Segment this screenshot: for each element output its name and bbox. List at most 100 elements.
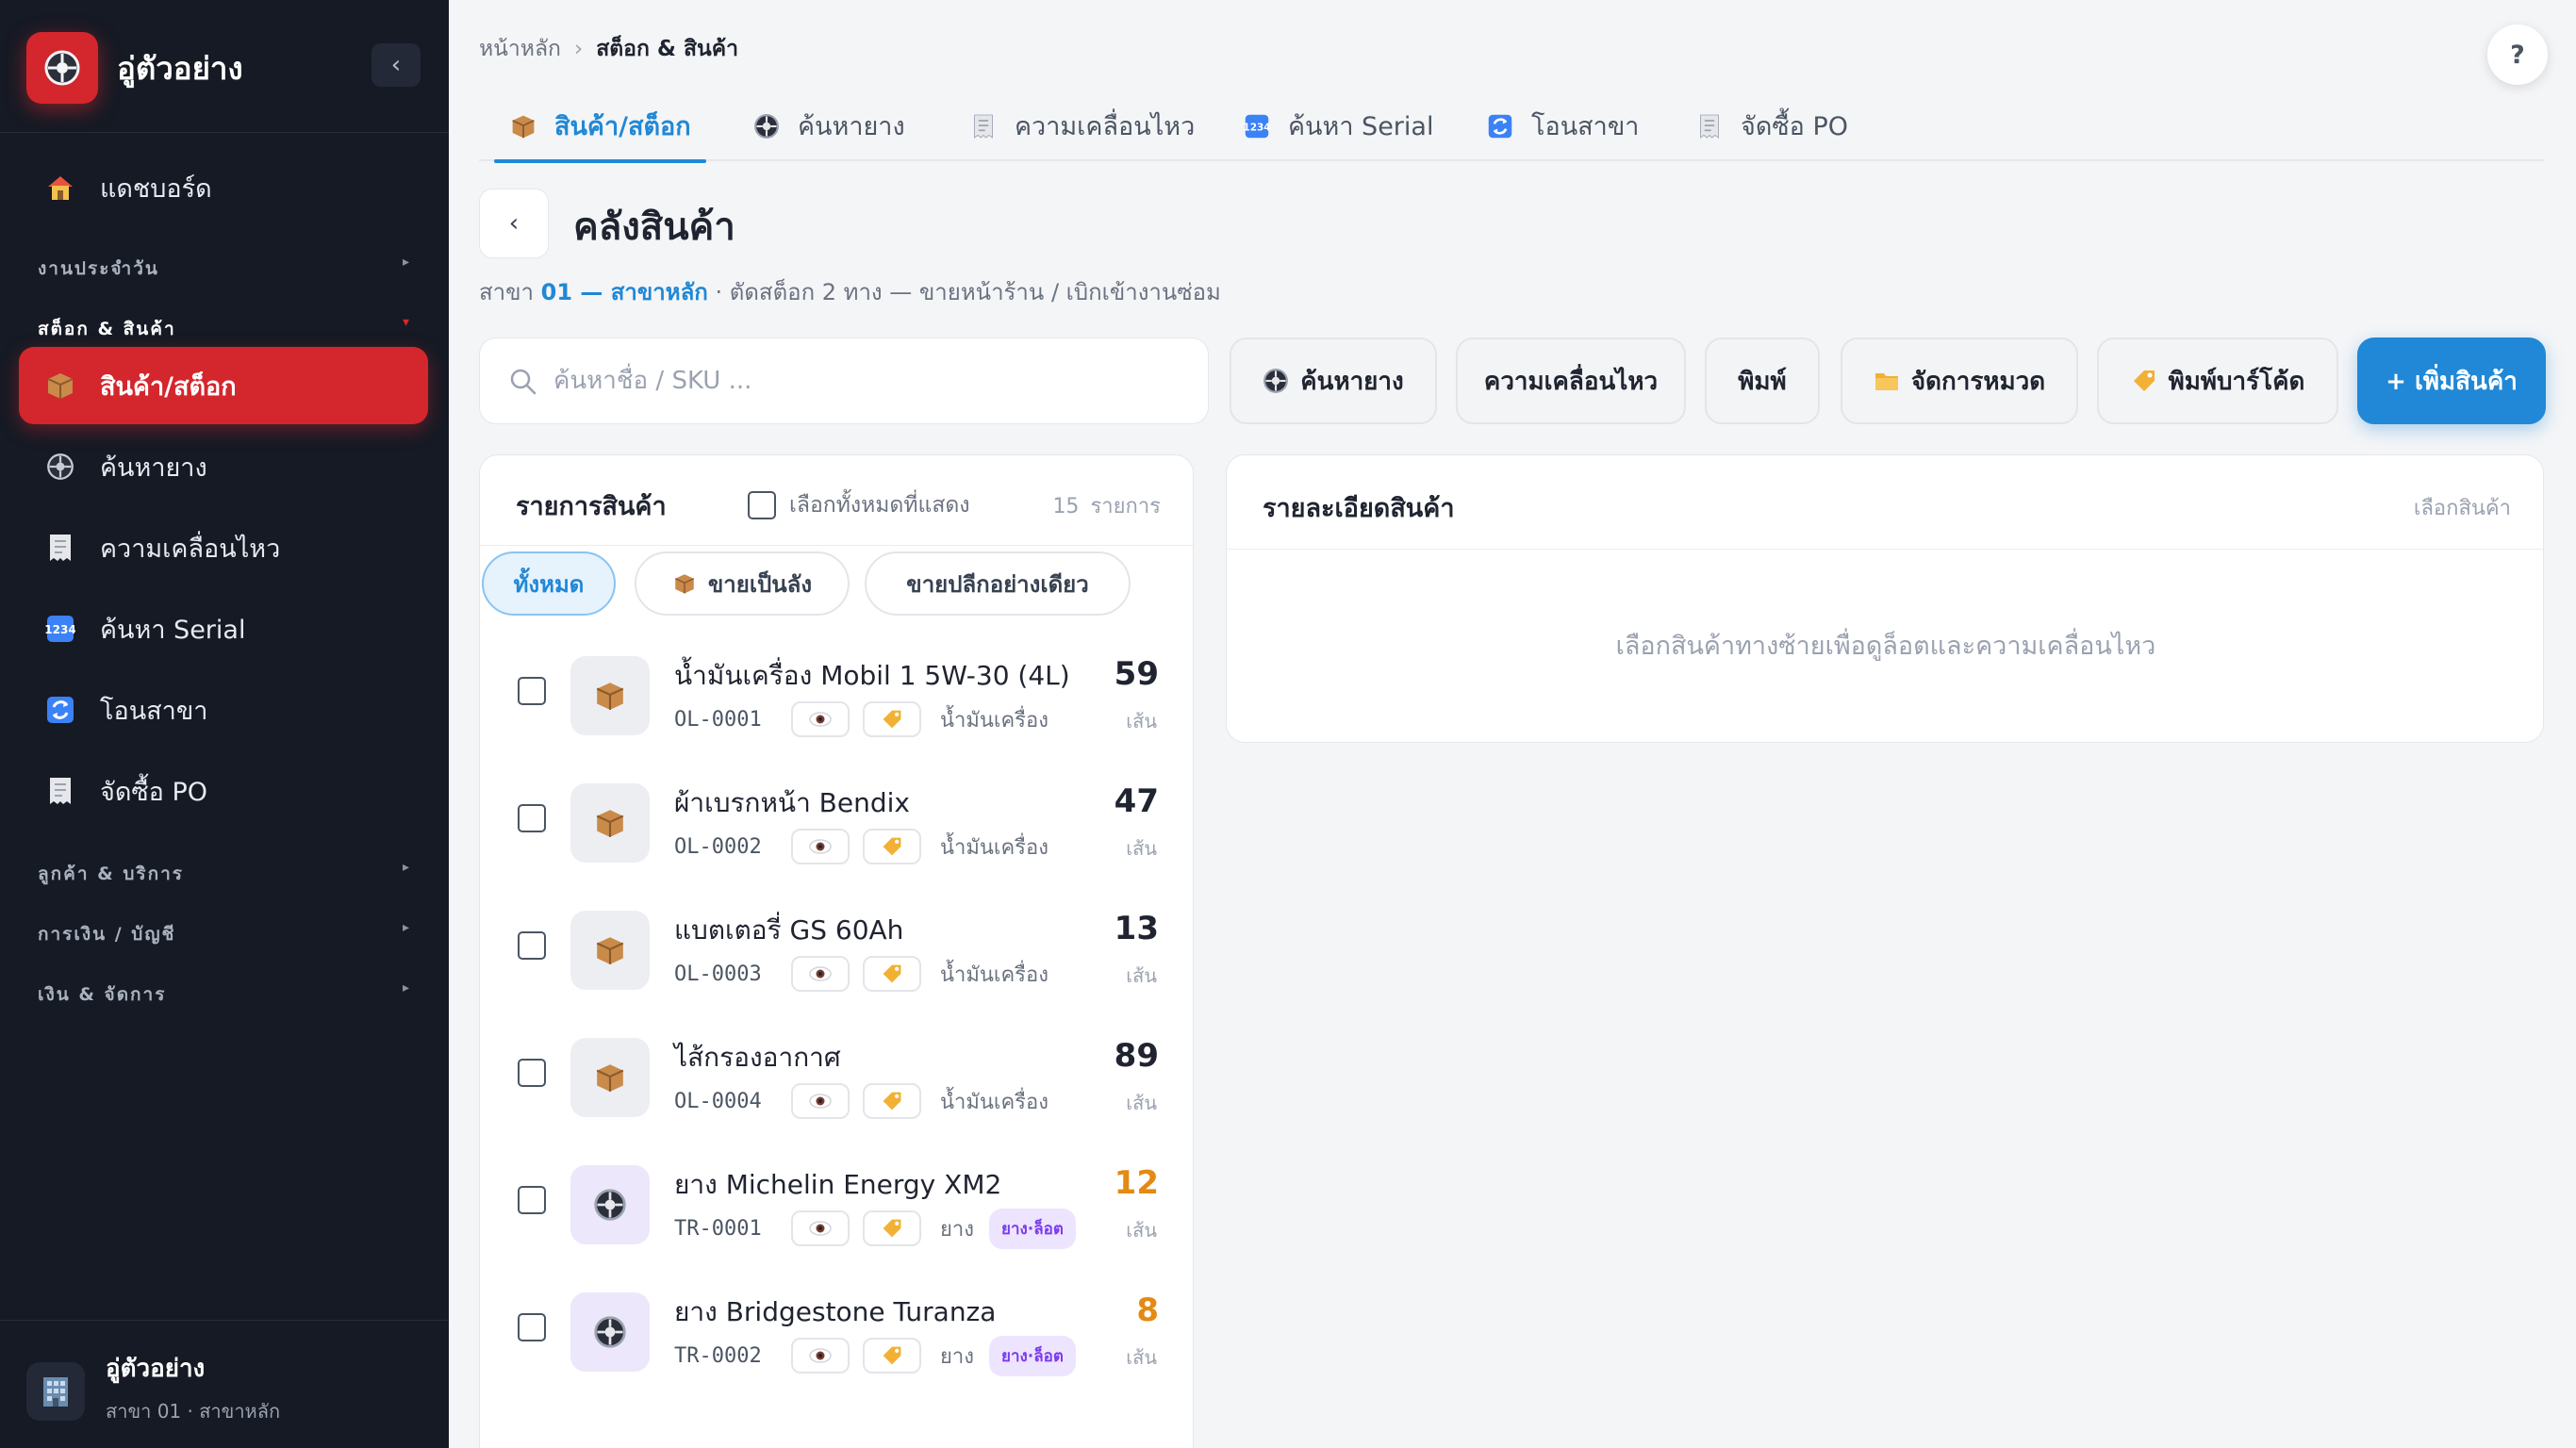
- button-label: พิมพ์: [1738, 367, 1787, 396]
- section-label: งานประจำวัน: [38, 258, 159, 279]
- price-tag-button[interactable]: [863, 956, 921, 992]
- product-thumbnail: [570, 783, 650, 863]
- svg-text:1234: 1234: [45, 623, 75, 636]
- lot-badge: ยาง·ล็อต: [989, 1335, 1076, 1376]
- sidebar-item-dashboard[interactable]: แดชบอร์ด: [19, 149, 428, 226]
- product-thumbnail: [570, 1038, 650, 1117]
- product-row[interactable]: ยาง Michelin Energy XM2 TR-0001 ยาง ยาง·ล็อ…: [480, 1140, 1193, 1267]
- product-sku: OL-0001: [674, 707, 762, 732]
- product-thumbnail: [570, 1165, 650, 1244]
- product-row[interactable]: แบตเตอรี่ GS 60Ah OL-0003 น้ำมันเครื่อง 13 เ…: [480, 885, 1193, 1012]
- product-category: น้ำมันเครื่อง: [940, 1090, 1049, 1114]
- product-row[interactable]: น้ำมันเครื่อง Mobil 1 5W-30 (4L) OL-0001 น…: [480, 631, 1193, 758]
- tab-transfer[interactable]: โอนสาขา: [1486, 90, 1639, 161]
- transfer-icon: [1486, 112, 1514, 140]
- stock-quantity: 47: [1114, 782, 1159, 820]
- sidebar-item-label: จัดซื้อ PO: [100, 777, 208, 807]
- sidebar-item-purchase-order[interactable]: จัดซื้อ PO: [19, 752, 428, 830]
- price-tag-button[interactable]: [863, 1083, 921, 1119]
- tire-icon: [44, 50, 80, 86]
- sidebar-item-movement[interactable]: ความเคลื่อนไหว: [19, 509, 428, 586]
- sidebar-item-label: แดชบอร์ด: [100, 173, 212, 204]
- tire-search-button[interactable]: ค้นหายาง: [1230, 337, 1437, 424]
- breadcrumb-home[interactable]: หน้าหลัก: [479, 37, 561, 61]
- product-list-header: รายการสินค้า เลือกทั้งหมดที่แสดง 15 รายกา…: [480, 455, 1193, 546]
- sidebar-item-products[interactable]: สินค้า/สต็อก: [19, 347, 428, 424]
- tire-icon: [593, 1188, 627, 1222]
- section-customers[interactable]: ลูกค้า & บริการ ▸: [38, 860, 411, 888]
- breadcrumb-separator: ›: [573, 37, 584, 61]
- product-row[interactable]: ผ้าเบรกหน้า Bendix OL-0002 น้ำมันเครื่อง 47…: [480, 758, 1193, 885]
- box-icon: [43, 369, 77, 403]
- tab-serial[interactable]: 1234 ค้นหา Serial: [1243, 90, 1433, 161]
- sidebar-collapse-button[interactable]: ‹: [372, 43, 421, 87]
- tab-movement[interactable]: ความเคลื่อนไหว: [969, 90, 1195, 161]
- price-tag-button[interactable]: [863, 1338, 921, 1374]
- movement-button[interactable]: ความเคลื่อนไหว: [1456, 337, 1686, 424]
- eye-icon: [808, 965, 833, 982]
- product-row[interactable]: ไส้กรองอากาศ OL-0004 น้ำมันเครื่อง 89 เส้น: [480, 1012, 1193, 1140]
- product-meta: OL-0001 น้ำมันเครื่อง: [674, 700, 1049, 738]
- filter-all[interactable]: ทั้งหมด: [482, 551, 616, 616]
- view-button[interactable]: [791, 1338, 850, 1374]
- sidebar-item-label: ความเคลื่อนไหว: [100, 534, 281, 564]
- sidebar-item-label: สินค้า/สต็อก: [100, 371, 237, 402]
- sidebar-footer[interactable]: อู่ตัวอย่าง สาขา 01 · สาขาหลัก: [0, 1320, 449, 1448]
- tab-products[interactable]: สินค้า/สต็อก: [494, 90, 706, 163]
- product-list-title: รายการสินค้า: [516, 492, 667, 521]
- tab-tire-search[interactable]: ค้นหายาง: [752, 90, 905, 161]
- product-sku: TR-0002: [674, 1343, 762, 1368]
- sidebar-item-serial[interactable]: 1234 ค้นหา Serial: [19, 590, 428, 667]
- row-checkbox[interactable]: [518, 1313, 546, 1341]
- price-tag-button[interactable]: [863, 1210, 921, 1246]
- price-tag-button[interactable]: [863, 701, 921, 737]
- view-button[interactable]: [791, 1083, 850, 1119]
- filter-retail-only[interactable]: ขายปลีกอย่างเดียว: [865, 551, 1131, 616]
- filter-wholesale[interactable]: ขายเป็นลัง: [635, 551, 850, 616]
- select-all-visible[interactable]: เลือกทั้งหมดที่แสดง: [748, 488, 970, 522]
- help-button[interactable]: ?: [2487, 25, 2548, 85]
- view-button[interactable]: [791, 956, 850, 992]
- add-product-button[interactable]: + เพิ่มสินค้า: [2357, 337, 2546, 424]
- product-row[interactable]: ยาง Bridgestone Turanza TR-0002 ยาง ยาง·ล็อ…: [480, 1267, 1193, 1394]
- section-stock[interactable]: สต็อก & สินค้า ▾: [38, 315, 411, 343]
- row-checkbox[interactable]: [518, 1186, 546, 1214]
- search-input[interactable]: [553, 357, 1176, 404]
- price-tag-button[interactable]: [863, 829, 921, 864]
- chevron-down-icon: ▾: [402, 315, 411, 330]
- tab-label: จัดซื้อ PO: [1741, 112, 1849, 141]
- sidebar-item-transfer[interactable]: โอนสาขา: [19, 671, 428, 749]
- tire-icon: [593, 1315, 627, 1349]
- subtitle-prefix: สาขา: [479, 279, 535, 305]
- view-button[interactable]: [791, 701, 850, 737]
- eye-icon: [808, 711, 833, 728]
- product-meta: TR-0002 ยาง ยาง·ล็อต: [674, 1335, 1076, 1376]
- item-count-number: 15: [1052, 495, 1080, 518]
- sidebar-item-tire-search[interactable]: ค้นหายาง: [19, 428, 428, 505]
- sidebar: อู่ตัวอย่าง ‹ แดชบอร์ด งานประจำวัน ▸ สต็…: [0, 0, 449, 1448]
- row-checkbox[interactable]: [518, 804, 546, 832]
- app-logo[interactable]: [26, 32, 98, 104]
- section-finance[interactable]: การเงิน / บัญชี ▸: [38, 920, 411, 948]
- tire-icon: [752, 112, 781, 140]
- back-button[interactable]: ‹: [479, 189, 549, 258]
- row-checkbox[interactable]: [518, 931, 546, 960]
- stock-quantity: 89: [1114, 1037, 1159, 1075]
- tab-purchase-order[interactable]: จัดซื้อ PO: [1695, 90, 1848, 161]
- print-barcode-button[interactable]: พิมพ์บาร์โค้ด: [2097, 337, 2338, 424]
- svg-text:1234: 1234: [1244, 122, 1270, 133]
- manage-categories-button[interactable]: จัดการหมวด: [1841, 337, 2078, 424]
- print-button[interactable]: พิมพ์: [1705, 337, 1820, 424]
- section-daily[interactable]: งานประจำวัน ▸: [38, 255, 411, 283]
- search-box: [479, 337, 1209, 424]
- product-meta: OL-0003 น้ำมันเครื่อง: [674, 955, 1049, 993]
- item-count: 15 รายการ: [1052, 489, 1161, 522]
- view-button[interactable]: [791, 1210, 850, 1246]
- section-manage[interactable]: เงิน & จัดการ ▸: [38, 980, 411, 1009]
- row-checkbox[interactable]: [518, 677, 546, 705]
- stock-unit: เส้น: [1126, 710, 1157, 732]
- view-button[interactable]: [791, 829, 850, 864]
- row-checkbox[interactable]: [518, 1059, 546, 1087]
- product-sku: OL-0003: [674, 962, 762, 986]
- select-all-checkbox[interactable]: [748, 491, 776, 519]
